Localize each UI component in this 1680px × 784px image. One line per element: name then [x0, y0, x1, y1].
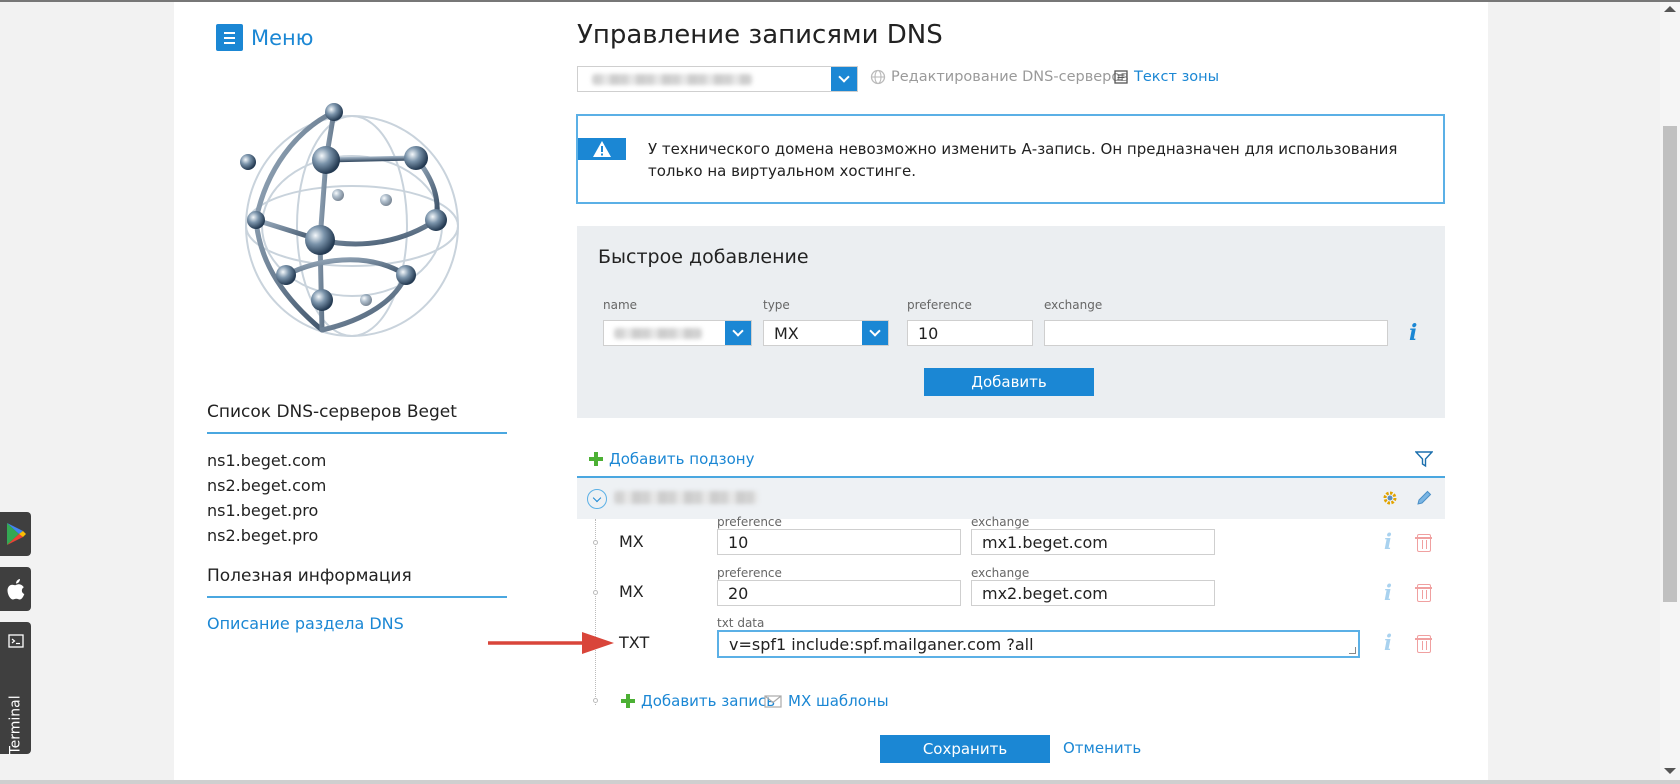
- window-bottom-border: [0, 780, 1680, 784]
- list-item: ns2.beget.com: [207, 476, 327, 495]
- edit-dns-servers-label: Редактирование DNS-серверов: [891, 69, 1129, 85]
- scroll-up-icon[interactable]: [1664, 6, 1676, 12]
- google-play-icon: [6, 523, 26, 545]
- apple-tab[interactable]: [0, 567, 31, 611]
- preference-label: preference: [907, 298, 972, 312]
- tree-connector: [595, 519, 596, 705]
- filter-icon[interactable]: [1415, 450, 1433, 468]
- type-select[interactable]: MX: [763, 320, 889, 346]
- divider: [207, 432, 507, 434]
- apple-icon: [7, 578, 24, 599]
- preference-label: preference: [717, 566, 782, 580]
- trash-icon[interactable]: [1415, 635, 1432, 653]
- terminal-tab[interactable]: Terminal: [0, 622, 31, 755]
- preference-input[interactable]: 10: [717, 529, 961, 555]
- zone-text-label: Текст зоны: [1134, 69, 1220, 85]
- divider: [207, 596, 507, 598]
- chevron-down-icon: [725, 321, 751, 345]
- redacted-name: [614, 328, 702, 339]
- list-item: ns1.beget.pro: [207, 501, 319, 520]
- redacted-domain: [592, 74, 752, 85]
- quick-add-button[interactable]: Добавить: [924, 368, 1094, 396]
- record-type: TXT: [619, 633, 650, 652]
- exchange-label: exchange: [1044, 298, 1103, 312]
- txt-data-value: v=spf1 include:spf.mailganer.com ?all: [729, 635, 1034, 654]
- dns-description-link[interactable]: Описание раздела DNS: [207, 614, 404, 633]
- preference-input[interactable]: 20: [717, 580, 961, 606]
- record-type: MX: [619, 582, 644, 601]
- chevron-down-icon: [831, 67, 857, 91]
- menu-button[interactable]: Меню: [216, 24, 313, 51]
- edit-dns-servers-link[interactable]: Редактирование DNS-серверов: [870, 69, 1129, 85]
- document-icon: [1114, 70, 1128, 84]
- list-item: ns2.beget.pro: [207, 526, 319, 545]
- save-button[interactable]: Сохранить: [880, 735, 1050, 763]
- info-icon[interactable]: i: [1384, 630, 1392, 655]
- google-play-tab[interactable]: [0, 512, 31, 556]
- terminal-icon: [7, 634, 24, 648]
- page-title: Управление записями DNS: [577, 20, 943, 50]
- scrollbar-thumb[interactable]: [1663, 126, 1677, 602]
- pencil-icon[interactable]: [1415, 489, 1433, 507]
- warning-icon: [578, 138, 626, 160]
- record-type: MX: [619, 532, 644, 551]
- txt-data-textarea[interactable]: v=spf1 include:spf.mailganer.com ?all: [717, 630, 1360, 658]
- mx-templates-link[interactable]: MX шаблоны: [764, 692, 889, 710]
- alert-message: У технического домена невозможно изменит…: [648, 140, 1398, 180]
- exchange-input[interactable]: mx2.beget.com: [971, 580, 1215, 606]
- warning-alert: У технического домена невозможно изменит…: [576, 114, 1445, 204]
- txt-data-label: txt data: [717, 616, 765, 630]
- scroll-down-icon[interactable]: [1664, 768, 1676, 774]
- type-label: type: [763, 298, 790, 312]
- terminal-label: Terminal: [7, 695, 24, 755]
- zone-header-row: [577, 478, 1445, 519]
- preference-input[interactable]: 10: [907, 320, 1033, 346]
- chevron-down-icon: [862, 321, 888, 345]
- name-select[interactable]: [603, 320, 752, 346]
- menu-label: Меню: [251, 25, 314, 50]
- info-icon[interactable]: i: [1409, 320, 1417, 346]
- hamburger-icon: [216, 24, 243, 51]
- zone-text-link[interactable]: Текст зоны: [1114, 69, 1219, 85]
- list-item: ns1.beget.com: [207, 451, 327, 470]
- exchange-label: exchange: [971, 515, 1030, 529]
- tree-node: [593, 698, 598, 703]
- collapse-icon[interactable]: [587, 489, 607, 509]
- exchange-input[interactable]: mx1.beget.com: [971, 529, 1215, 555]
- envelope-icon: [764, 694, 782, 708]
- mx-templates-label: MX шаблоны: [788, 692, 889, 710]
- tree-node: [593, 540, 598, 545]
- add-record-label: Добавить запись: [641, 692, 776, 710]
- domain-select[interactable]: [577, 66, 858, 92]
- trash-icon[interactable]: [1415, 534, 1432, 552]
- quick-add-panel: Быстрое добавление name type preference …: [577, 226, 1445, 418]
- plus-icon: [589, 452, 603, 466]
- name-label: name: [603, 298, 638, 312]
- red-arrow-annotation: [488, 632, 614, 654]
- trash-icon[interactable]: [1415, 584, 1432, 602]
- info-icon[interactable]: i: [1384, 529, 1392, 554]
- type-value: MX: [774, 324, 799, 343]
- useful-info-title: Полезная информация: [207, 566, 412, 586]
- add-subzone-link[interactable]: Добавить подзону: [589, 450, 754, 468]
- dns-server-list: ns1.beget.com ns2.beget.com ns1.beget.pr…: [207, 448, 326, 548]
- preference-label: preference: [717, 515, 782, 529]
- tree-node: [593, 590, 598, 595]
- add-subzone-label: Добавить подзону: [609, 450, 755, 468]
- redacted-zone-name: [614, 491, 758, 504]
- exchange-input[interactable]: [1044, 320, 1388, 346]
- info-icon[interactable]: i: [1384, 580, 1392, 605]
- add-record-link[interactable]: Добавить запись: [621, 692, 775, 710]
- resize-handle-icon[interactable]: [1349, 647, 1356, 654]
- cancel-link[interactable]: Отменить: [1063, 739, 1141, 757]
- exchange-label: exchange: [971, 566, 1030, 580]
- dns-globe-illustration: [240, 103, 459, 337]
- dns-servers-title: Список DNS-серверов Beget: [207, 402, 457, 422]
- globe-icon: [870, 69, 886, 85]
- plus-icon: [621, 694, 635, 708]
- gear-icon[interactable]: [1381, 489, 1399, 507]
- quick-add-title: Быстрое добавление: [598, 246, 809, 268]
